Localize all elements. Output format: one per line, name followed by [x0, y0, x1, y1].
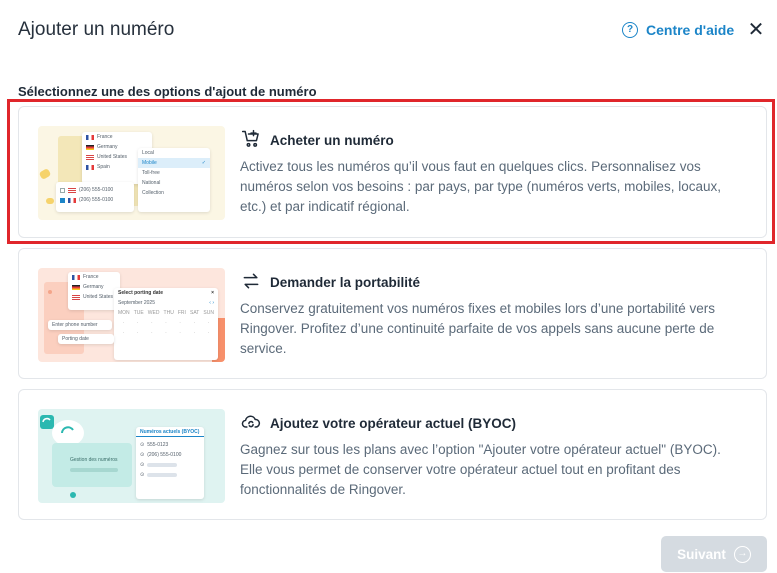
close-button[interactable]: ✕	[746, 20, 766, 40]
option-port-number-description: Conservez gratuitement vos numéros fixes…	[240, 301, 715, 356]
cart-plus-icon	[241, 129, 261, 152]
section-subtitle: Sélectionnez une des options d'ajout de …	[18, 84, 317, 99]
option-buy-number-title: Acheter un numéro	[241, 129, 394, 152]
next-label: Suivant	[677, 546, 726, 562]
next-button[interactable]: Suivant →	[661, 536, 767, 572]
question-circle-icon: ?	[622, 22, 638, 38]
option-buy-number-description: Activez tous les numéros qu’il vous faut…	[240, 159, 721, 214]
help-center-label: Centre d'aide	[646, 22, 735, 38]
arrow-right-circle-icon: →	[733, 545, 751, 563]
buy-number-illustration: France Germany United States Spain Local…	[38, 126, 225, 220]
option-buy-number[interactable]: France Germany United States Spain Local…	[18, 106, 767, 238]
byoc-illustration: Gestion des numéros Numéros actuels (BYO…	[38, 409, 225, 503]
option-byoc-description: Gagnez sur tous les plans avec l’option …	[240, 442, 721, 497]
option-port-number[interactable]: France Germany United States Select port…	[18, 248, 767, 379]
option-byoc[interactable]: Gestion des numéros Numéros actuels (BYO…	[18, 389, 767, 520]
option-byoc-title: Ajoutez votre opérateur actuel (BYOC)	[241, 412, 516, 435]
swap-arrows-icon	[241, 271, 261, 294]
port-number-illustration: France Germany United States Select port…	[38, 268, 225, 362]
help-center-link[interactable]: ? Centre d'aide	[622, 22, 734, 38]
cloud-sync-icon	[241, 412, 261, 435]
dialog-title: Ajouter un numéro	[18, 19, 175, 40]
option-port-number-title: Demander la portabilité	[241, 271, 420, 294]
